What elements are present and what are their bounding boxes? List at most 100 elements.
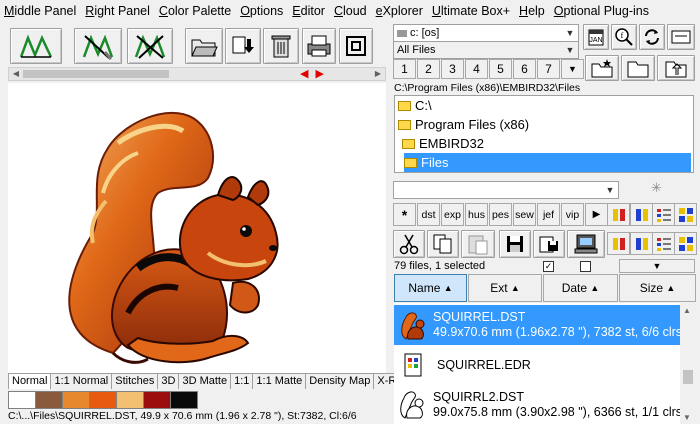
stitch-view-button[interactable] bbox=[10, 28, 62, 64]
scroll-thumb[interactable] bbox=[23, 70, 169, 78]
color-mode-button-4[interactable] bbox=[630, 232, 653, 255]
tab-3d-matte[interactable]: 3D Matte bbox=[178, 373, 232, 389]
tab-stitches[interactable]: Stitches bbox=[111, 373, 159, 389]
stitch-delete-button[interactable] bbox=[127, 28, 173, 64]
menu-ultimate-box[interactable]: Ultimate Box+ bbox=[432, 4, 510, 18]
folder-c-drive[interactable]: C:\ bbox=[398, 96, 432, 115]
print-button[interactable] bbox=[302, 28, 336, 64]
number-button-1[interactable]: 1 bbox=[393, 59, 416, 79]
ext-sew-button[interactable]: sew bbox=[513, 203, 536, 226]
scroll-down-icon[interactable]: ▼ bbox=[683, 413, 691, 422]
chevron-down-icon[interactable]: ▼ bbox=[562, 42, 578, 58]
menu-help[interactable]: Help bbox=[519, 4, 545, 18]
ext-dst-button[interactable]: dst bbox=[417, 203, 440, 226]
number-button-5[interactable]: 5 bbox=[489, 59, 512, 79]
expand-button[interactable]: ▼ bbox=[619, 259, 695, 273]
drive-select[interactable]: c: [os] ▼ bbox=[393, 24, 579, 42]
number-button-4[interactable]: 4 bbox=[465, 59, 488, 79]
file-item-squirrl2-dst[interactable]: SQUIRRL2.DST 99.0x75.8 mm (3.90x2.98 "), … bbox=[394, 385, 680, 424]
cut-button[interactable] bbox=[393, 230, 425, 258]
menu-editor[interactable]: Editor bbox=[292, 4, 325, 18]
number-button-7[interactable]: 7 bbox=[537, 59, 560, 79]
color-list-button-2[interactable] bbox=[652, 232, 675, 255]
color-swatch[interactable] bbox=[62, 391, 90, 409]
chevron-down-icon[interactable]: ▼ bbox=[602, 182, 618, 198]
number-button-2[interactable]: 2 bbox=[417, 59, 440, 79]
scroll-thumb[interactable] bbox=[683, 370, 693, 384]
ext-all-button[interactable]: * bbox=[393, 203, 416, 226]
more-numbers-button[interactable]: ▼ bbox=[561, 59, 584, 79]
save-file-button[interactable] bbox=[499, 230, 531, 258]
ext-hus-button[interactable]: hus bbox=[465, 203, 488, 226]
tab-density-map[interactable]: Density Map bbox=[305, 373, 375, 389]
color-mode-button-1[interactable] bbox=[607, 203, 630, 226]
menu-right-panel[interactable]: Right Panel bbox=[85, 4, 150, 18]
scroll-left-icon[interactable]: ◀ bbox=[9, 68, 23, 80]
folder-button[interactable] bbox=[621, 55, 655, 81]
tab-1-1[interactable]: 1:1 bbox=[230, 373, 254, 389]
folder-program-files[interactable]: Program Files (x86) bbox=[398, 115, 529, 134]
scroll-arrows-red-icon[interactable]: ◀ ▶ bbox=[300, 67, 326, 80]
menu-optional-plugins[interactable]: Optional Plug-ins bbox=[554, 4, 649, 18]
color-swatch[interactable] bbox=[89, 391, 117, 409]
search-combo[interactable]: ▼ bbox=[393, 181, 619, 199]
file-list-scrollbar[interactable]: ▲ ▼ bbox=[680, 303, 696, 424]
ext-more-button[interactable]: ▶ bbox=[585, 203, 608, 226]
new-folder-button[interactable] bbox=[585, 55, 619, 81]
sort-size-button[interactable]: Size ▲ bbox=[619, 274, 696, 302]
save-as-button[interactable] bbox=[533, 230, 565, 258]
sort-date-button[interactable]: Date ▲ bbox=[543, 274, 618, 302]
scroll-up-icon[interactable]: ▲ bbox=[683, 306, 691, 315]
ext-exp-button[interactable]: exp bbox=[441, 203, 464, 226]
file-item-squirrel-dst[interactable]: SQUIRREL.DST 49.9x70.6 mm (1.96x2.78 "), … bbox=[394, 305, 680, 345]
open-button[interactable] bbox=[185, 28, 223, 64]
color-swatch[interactable] bbox=[170, 391, 198, 409]
ext-pes-button[interactable]: pes bbox=[489, 203, 512, 226]
tab-normal[interactable]: Normal bbox=[8, 373, 52, 389]
folder-files[interactable]: Files bbox=[404, 153, 691, 172]
number-button-3[interactable]: 3 bbox=[441, 59, 464, 79]
ext-jef-button[interactable]: jef bbox=[537, 203, 560, 226]
color-mode-button-2[interactable] bbox=[630, 203, 653, 226]
parent-folder-button[interactable] bbox=[657, 55, 695, 81]
color-grid-button-2[interactable] bbox=[674, 232, 697, 255]
scroll-right-icon[interactable]: ▶ bbox=[371, 68, 385, 80]
delete-button[interactable] bbox=[263, 28, 299, 64]
folder-embird32[interactable]: EMBIRD32 bbox=[402, 134, 484, 153]
menu-options[interactable]: Options bbox=[240, 4, 283, 18]
calendar-button[interactable]: JAN bbox=[583, 24, 609, 50]
menu-cloud[interactable]: Cloud bbox=[334, 4, 367, 18]
horizontal-scrollbar[interactable]: ◀ ▶ bbox=[8, 67, 386, 81]
sort-ext-button[interactable]: Ext ▲ bbox=[468, 274, 542, 302]
find-button[interactable]: f bbox=[611, 24, 637, 50]
tab-3d[interactable]: 3D bbox=[157, 373, 180, 389]
paste-button[interactable] bbox=[461, 230, 495, 258]
file-item-squirrel-edr[interactable]: SQUIRREL.EDR bbox=[394, 345, 680, 385]
save-button[interactable] bbox=[339, 28, 373, 64]
tab-1-1-matte[interactable]: 1:1 Matte bbox=[252, 373, 307, 389]
color-swatch[interactable] bbox=[8, 391, 36, 409]
color-mode-button-3[interactable] bbox=[607, 232, 630, 255]
checkbox-unchecked[interactable] bbox=[580, 261, 591, 272]
refresh-button[interactable] bbox=[639, 24, 665, 50]
ext-vip-button[interactable]: vip bbox=[561, 203, 584, 226]
window-button[interactable] bbox=[667, 24, 695, 50]
color-swatch[interactable] bbox=[35, 391, 63, 409]
color-swatch[interactable] bbox=[143, 391, 171, 409]
color-list-button[interactable] bbox=[652, 203, 675, 226]
tab-1-1-normal[interactable]: 1:1 Normal bbox=[50, 373, 113, 389]
chevron-down-icon[interactable]: ▼ bbox=[562, 25, 578, 41]
menu-middle-panel[interactable]: Middle Panel bbox=[4, 4, 76, 18]
design-canvas[interactable] bbox=[8, 83, 386, 373]
sort-name-button[interactable]: Name ▲ bbox=[394, 274, 467, 302]
import-button[interactable] bbox=[225, 28, 261, 64]
number-button-6[interactable]: 6 bbox=[513, 59, 536, 79]
copy-button[interactable] bbox=[427, 230, 459, 258]
menu-explorer[interactable]: eXplorer bbox=[376, 4, 423, 18]
stitch-edit-button[interactable] bbox=[74, 28, 122, 64]
color-grid-button[interactable] bbox=[674, 203, 697, 226]
machine-send-button[interactable] bbox=[567, 230, 605, 258]
checkbox-checked[interactable]: ✓ bbox=[543, 261, 554, 272]
menu-color-palette[interactable]: Color Palette bbox=[159, 4, 231, 18]
file-filter-select[interactable]: All Files ▼ bbox=[393, 41, 579, 59]
